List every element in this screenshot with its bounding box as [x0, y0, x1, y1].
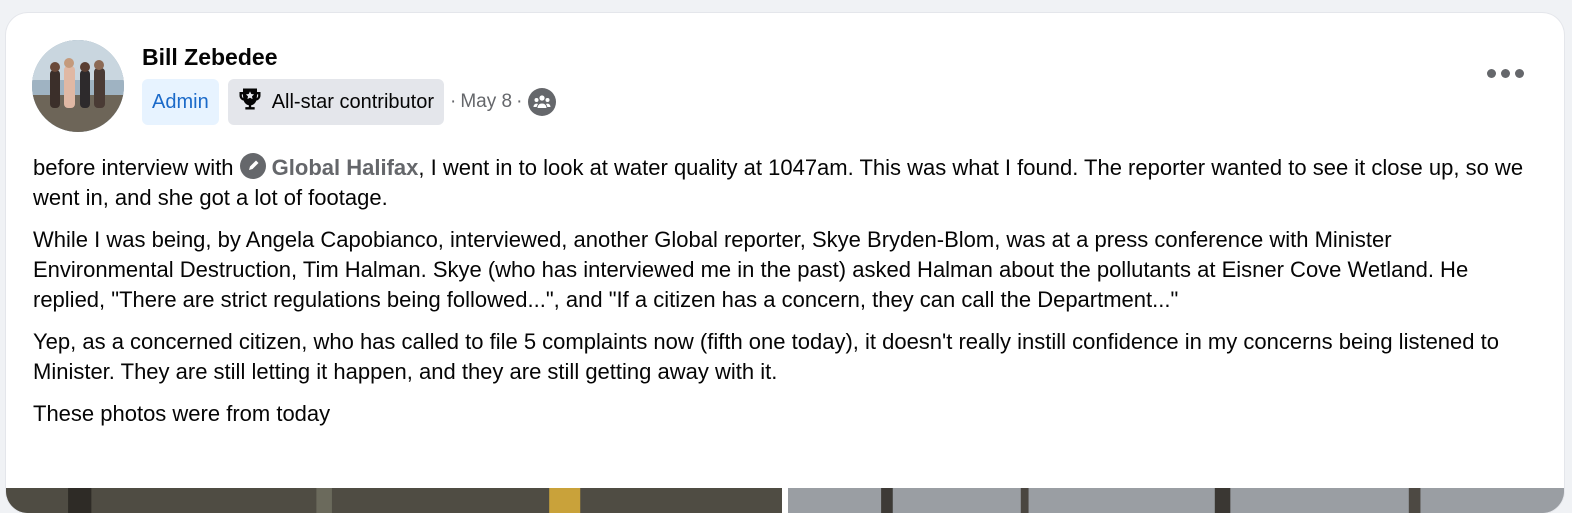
meta-separator: ·: [449, 91, 457, 112]
more-dot: [1501, 69, 1510, 78]
post-paragraph-2: While I was being, by Angela Capobianco,…: [33, 227, 1469, 312]
author-avatar[interactable]: [32, 40, 124, 132]
post-photo-1[interactable]: [6, 488, 782, 513]
post-paragraph-1: before interview with Global Halifax, I …: [33, 153, 1533, 213]
post-card: Bill Zebedee Admin All-star contributor …: [6, 13, 1564, 513]
group-audience-icon[interactable]: [528, 88, 557, 116]
avatar-photo: [32, 40, 124, 132]
all-star-contributor-badge[interactable]: All-star contributor: [227, 79, 444, 125]
mention-global-halifax[interactable]: Global Halifax: [272, 155, 419, 180]
admin-badge[interactable]: Admin: [142, 79, 219, 125]
post-date[interactable]: May 8: [460, 91, 512, 113]
post-meta: · May 8 ·: [449, 88, 557, 116]
meta-separator: ·: [516, 91, 523, 112]
more-dot: [1515, 69, 1524, 78]
page-mention-icon: [239, 153, 266, 179]
trophy-icon: [236, 85, 264, 119]
more-options-icon[interactable]: [1487, 69, 1524, 78]
author-name[interactable]: Bill Zebedee: [142, 44, 277, 71]
all-star-contributor-label: All-star contributor: [271, 90, 434, 113]
post-photo-2[interactable]: [788, 488, 1564, 513]
post-body: before interview with Global Halifax, I …: [33, 153, 1533, 441]
post-paragraph-3: Yep, as a concerned citizen, who has cal…: [33, 329, 1499, 384]
author-badges: Admin All-star contributor · May 8 ·: [142, 79, 557, 125]
more-dot: [1487, 69, 1496, 78]
paragraph-1-start: before interview with: [33, 155, 240, 180]
post-paragraph-4: These photos were from today: [33, 401, 331, 426]
post-photos: [6, 488, 1564, 513]
